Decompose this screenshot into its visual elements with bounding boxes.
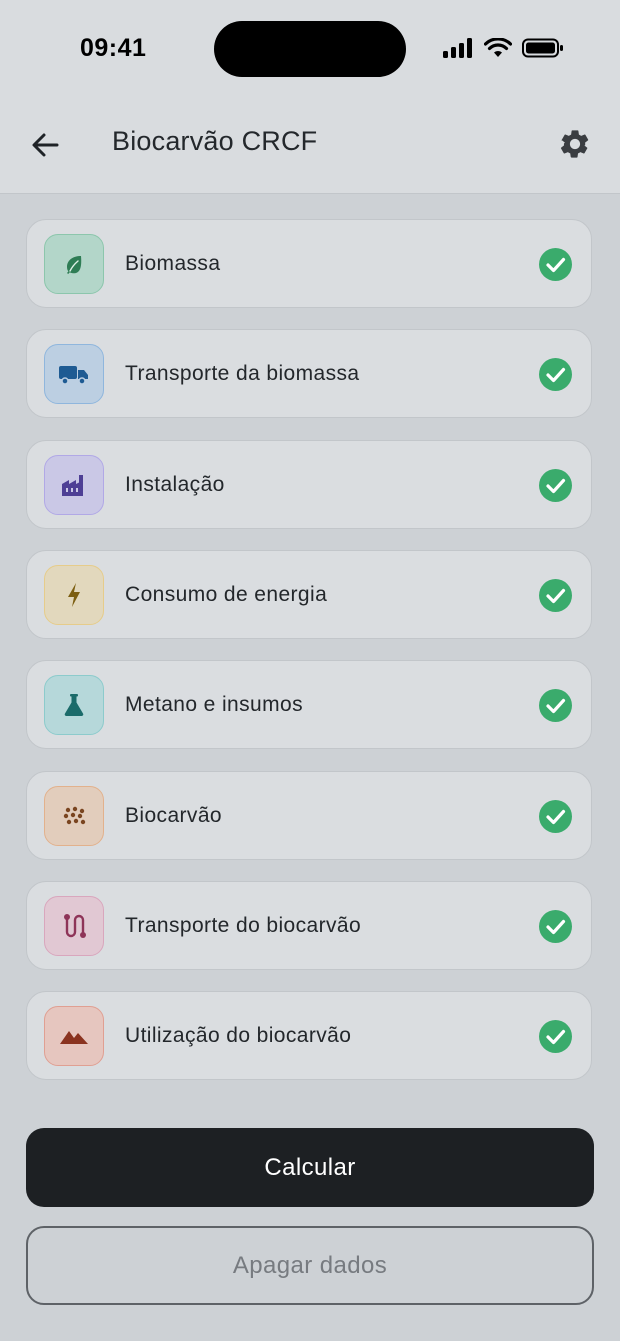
step-card[interactable]: Instalação [26, 440, 592, 529]
truck-icon [58, 362, 90, 386]
back-button[interactable] [24, 124, 66, 166]
check-circle-icon [539, 358, 572, 391]
signal-icon [443, 38, 472, 58]
step-card[interactable]: Transporte do biocarvão [26, 881, 592, 970]
leaf-icon [62, 252, 86, 276]
step-label: Consumo de energia [125, 583, 328, 606]
app-bar: Biocarvão CRCF [0, 96, 620, 194]
calculate-button[interactable]: Calcular [26, 1128, 594, 1207]
status-bar: 09:41 [0, 0, 620, 96]
step-icon-box [44, 896, 104, 956]
route-icon [61, 912, 87, 940]
step-icon-box [44, 234, 104, 294]
step-label: Transporte da biomassa [125, 362, 360, 385]
battery-icon [522, 38, 563, 58]
check-circle-icon [539, 579, 572, 612]
mountain-icon [59, 1026, 89, 1046]
gear-icon [560, 130, 589, 158]
step-card[interactable]: Transporte da biomassa [26, 329, 592, 418]
step-card[interactable]: Consumo de energia [26, 550, 592, 639]
dynamic-island [214, 21, 406, 77]
check-circle-icon [539, 248, 572, 281]
arrow-left-icon [32, 133, 59, 157]
clear-data-button[interactable]: Apagar dados [26, 1226, 594, 1305]
check-circle-icon [539, 689, 572, 722]
step-label: Metano e insumos [125, 693, 303, 716]
step-icon-box [44, 675, 104, 735]
step-card[interactable]: Utilização do biocarvão [26, 991, 592, 1080]
settings-button[interactable] [554, 123, 596, 165]
factory-icon [60, 472, 88, 498]
page-title: Biocarvão CRCF [112, 126, 318, 156]
step-label: Transporte do biocarvão [125, 914, 362, 937]
step-icon-box [44, 455, 104, 515]
step-card[interactable]: Biomassa [26, 219, 592, 308]
check-circle-icon [539, 800, 572, 833]
step-label: Utilização do biocarvão [125, 1024, 352, 1047]
step-label: Instalação [125, 473, 225, 496]
flask-icon [62, 692, 86, 718]
check-circle-icon [539, 910, 572, 943]
step-icon-box [44, 1006, 104, 1066]
step-card[interactable]: Metano e insumos [26, 660, 592, 749]
check-circle-icon [539, 469, 572, 502]
step-icon-box [44, 344, 104, 404]
bolt-icon [65, 582, 83, 608]
status-time: 09:41 [80, 34, 147, 62]
step-label: Biomassa [125, 252, 221, 275]
step-icon-box [44, 786, 104, 846]
step-card[interactable]: Biocarvão [26, 771, 592, 860]
step-icon-box [44, 565, 104, 625]
wifi-icon [484, 38, 512, 57]
check-circle-icon [539, 1020, 572, 1053]
pellets-icon [62, 804, 87, 828]
step-label: Biocarvão [125, 804, 222, 827]
